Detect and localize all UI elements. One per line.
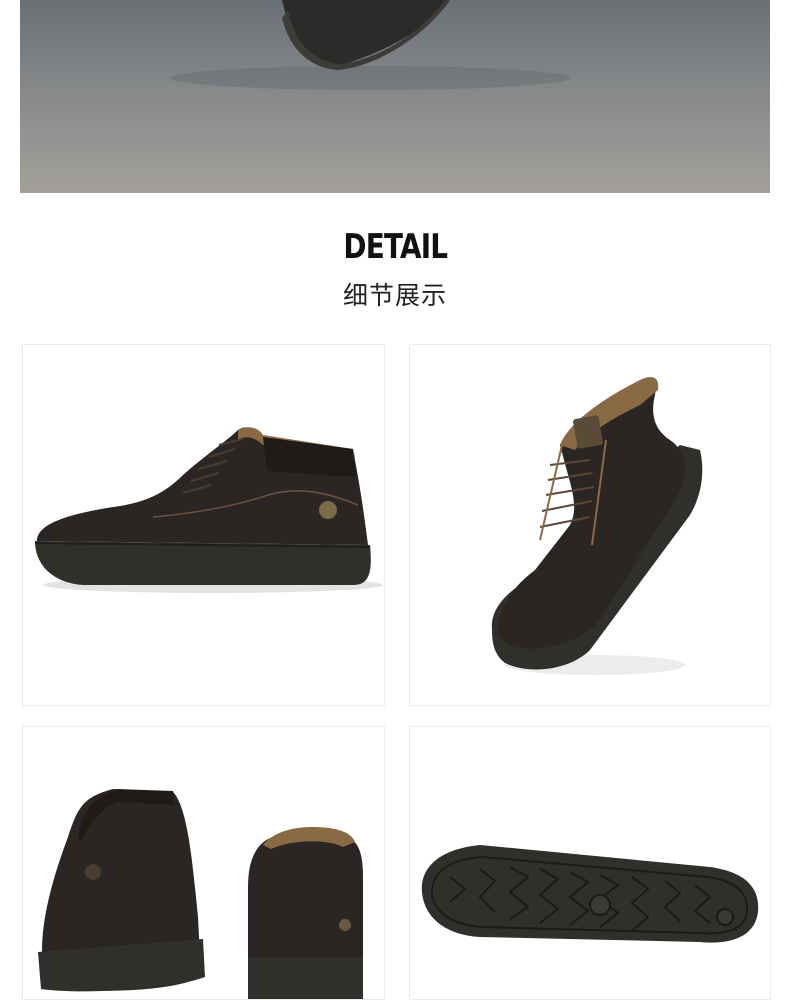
section-heading: DETAIL 细节展示 [0, 222, 790, 312]
shoe-back-icon [38, 789, 363, 999]
hero-floor-image [20, 0, 770, 193]
section-title-en: DETAIL [343, 227, 448, 267]
section-title-cn: 细节展示 [342, 281, 447, 310]
detail-image-back [22, 726, 385, 1000]
detail-image-side [22, 344, 385, 706]
detail-image-angled [409, 344, 771, 706]
shoe-sole-icon [421, 845, 759, 943]
hero-shoe-graphic [20, 0, 770, 193]
detail-image-sole [409, 726, 771, 1000]
shoe-angle-icon [491, 377, 703, 675]
shoe-side-icon [34, 427, 383, 593]
